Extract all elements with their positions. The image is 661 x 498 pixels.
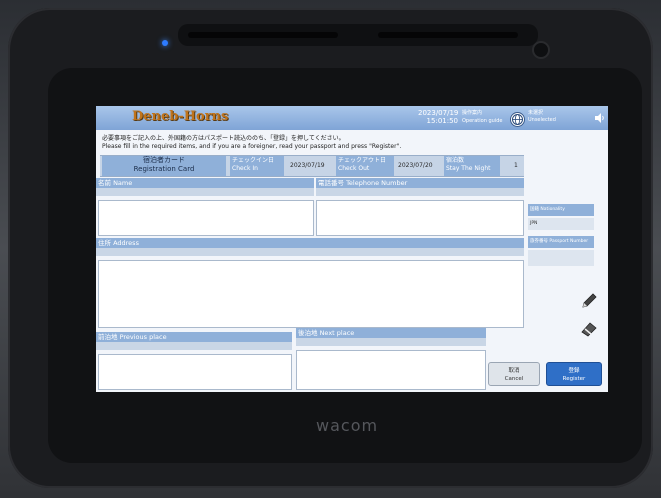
- previous-place-field[interactable]: [98, 354, 292, 390]
- passport-field[interactable]: [528, 250, 594, 266]
- nights-value: 1: [514, 162, 518, 169]
- language-status-jp: 未選択: [528, 110, 544, 116]
- app-logo: Deneb-Horns: [132, 109, 229, 124]
- status-light-icon: [162, 40, 168, 46]
- next-place-sub-band: [296, 338, 486, 346]
- nights-label-en: Stay The Night: [446, 165, 491, 172]
- name-label: 名前 Name: [96, 178, 314, 188]
- pen-holder-icon: [532, 41, 550, 59]
- instruction-jp: 必要事項をご記入の上、外国籍の方はパスポート読込ののち、「登録」を押してください…: [102, 135, 345, 142]
- check-in-label: チェックイン日 Check In: [230, 156, 284, 176]
- tablet-slot-right: [378, 32, 518, 38]
- check-out-label-jp: チェックアウト日: [338, 157, 387, 164]
- instruction-en: Please fill in the required items, and i…: [102, 143, 402, 150]
- check-out-label-en: Check Out: [338, 165, 370, 172]
- next-place-field[interactable]: [296, 350, 486, 390]
- check-in-label-en: Check In: [232, 165, 258, 172]
- register-button-label-en: Register: [562, 376, 586, 382]
- phone-sub-band: [316, 188, 524, 196]
- operation-guide-label-en: Operation guide: [462, 118, 503, 124]
- app-header: Deneb-Horns 2023/07/19 15:01:50 操作案内 Ope…: [96, 106, 608, 130]
- phone-field[interactable]: [316, 200, 524, 236]
- cancel-button-label-jp: 取消: [508, 368, 520, 374]
- nights-label-jp: 宿泊数: [446, 157, 465, 164]
- passport-label: 旅券番号 Passport Number: [528, 236, 594, 248]
- eraser-icon: [581, 322, 597, 337]
- check-in-label-jp: チェックイン日: [232, 157, 275, 164]
- nationality-value[interactable]: JPN: [528, 218, 594, 230]
- phone-label: 電話番号 Telephone Number: [316, 178, 524, 188]
- language-status: 未選択 Unselected: [528, 110, 556, 124]
- check-out-label: チェックアウト日 Check Out: [336, 156, 394, 176]
- operation-guide-label-jp: 操作案内: [462, 110, 483, 116]
- registration-card-title-en: Registration Card: [133, 165, 195, 173]
- current-date: 2023/07/19: [418, 109, 459, 117]
- speaker-icon: [595, 113, 604, 123]
- registration-card-title-jp: 宿泊者カード: [143, 156, 185, 164]
- next-place-label: 後泊地 Next place: [296, 328, 486, 338]
- language-status-en: Unselected: [528, 117, 556, 123]
- registration-screen: Deneb-Horns 2023/07/19 15:01:50 操作案内 Ope…: [96, 106, 608, 392]
- clock: 2023/07/19 15:01:50: [418, 109, 458, 125]
- stay-info-bar: 宿泊者カード Registration Card チェックイン日 Check I…: [100, 155, 524, 177]
- current-time: 15:01:50: [426, 117, 458, 125]
- eraser-button[interactable]: [580, 320, 598, 338]
- tablet-slot-left: [188, 32, 338, 38]
- previous-place-sub-band: [96, 342, 292, 350]
- address-sub-band: [96, 248, 524, 256]
- pen-icon: [582, 293, 597, 308]
- check-in-value: 2023/07/19: [290, 162, 325, 169]
- pen-button[interactable]: [580, 292, 598, 310]
- previous-place-label: 前泊地 Previous place: [96, 332, 292, 342]
- cancel-button-label-en: Cancel: [504, 376, 524, 382]
- operation-guide-link[interactable]: 操作案内 Operation guide: [462, 109, 502, 125]
- name-sub-band: [96, 188, 314, 196]
- check-out-value: 2023/07/20: [398, 162, 433, 169]
- nights-label: 宿泊数 Stay The Night: [444, 156, 500, 176]
- address-field[interactable]: [98, 260, 524, 328]
- registration-card-title: 宿泊者カード Registration Card: [102, 156, 226, 176]
- register-button[interactable]: 登録 Register: [546, 362, 602, 386]
- register-button-label-jp: 登録: [568, 368, 580, 374]
- name-field[interactable]: [98, 200, 314, 236]
- nationality-label: 国籍 Nationality: [528, 204, 594, 216]
- brand-logo: wacom: [316, 416, 379, 435]
- cancel-button[interactable]: 取消 Cancel: [488, 362, 540, 386]
- speaker-button[interactable]: [594, 113, 606, 123]
- language-button[interactable]: [510, 112, 525, 127]
- globe-icon: [512, 114, 523, 125]
- address-label: 住所 Address: [96, 238, 524, 248]
